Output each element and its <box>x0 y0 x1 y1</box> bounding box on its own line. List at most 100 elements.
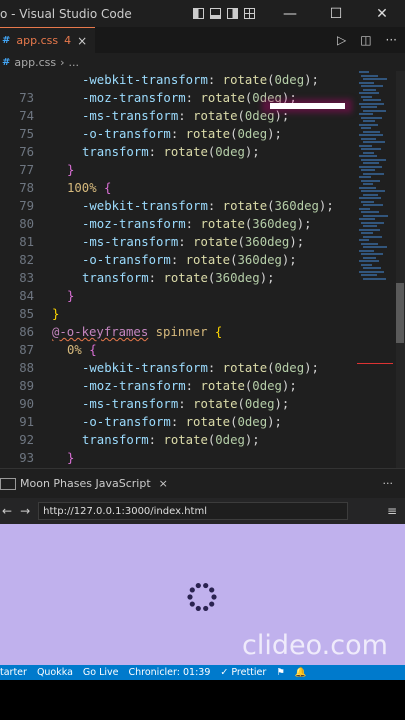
code-line[interactable]: 91 -o-transform: rotate(0deg); <box>0 413 355 431</box>
code-line[interactable]: 78 100% { <box>0 179 355 197</box>
panel-more-icon[interactable]: ··· <box>383 477 394 490</box>
code-line[interactable]: 82 -o-transform: rotate(360deg); <box>0 251 355 269</box>
minimap-line <box>361 148 381 150</box>
split-editor-icon[interactable]: ◫ <box>360 33 371 47</box>
code-text: 100% { <box>67 181 112 195</box>
minimap-line <box>361 158 386 161</box>
minimap-line <box>359 71 369 73</box>
menu-icon[interactable]: ≡ <box>387 504 397 518</box>
close-panel-icon[interactable]: × <box>159 477 168 490</box>
minimap-line <box>363 120 375 122</box>
code-line[interactable]: 85} <box>0 305 355 323</box>
minimap-line <box>363 109 386 112</box>
breadcrumb-file[interactable]: app.css <box>14 56 56 69</box>
minimap-line <box>361 211 379 213</box>
code-text: -o-transform: rotate(0deg); <box>82 415 282 429</box>
minimap-line <box>363 235 382 238</box>
minimap-line <box>363 172 384 175</box>
code-line[interactable]: 84} <box>0 287 355 305</box>
status-item-quokka[interactable]: Quokka <box>37 667 73 678</box>
customize-layout-icon[interactable] <box>244 8 255 19</box>
code-line[interactable]: 89 -moz-transform: rotate(0deg); <box>0 377 355 395</box>
minimap-line <box>359 260 379 262</box>
editor-actions: ▷ ◫ ··· <box>337 33 405 47</box>
minimap-line <box>359 113 373 115</box>
minimap-line <box>363 193 378 196</box>
forward-icon[interactable]: → <box>20 504 30 518</box>
minimap-line <box>359 144 372 147</box>
minimap-line <box>359 81 374 84</box>
code-line[interactable]: 80 -moz-transform: rotate(360deg); <box>0 215 355 233</box>
title-bar: o - Visual Studio Code — ☐ ✕ <box>0 0 405 27</box>
toggle-panel-icon[interactable] <box>210 8 221 19</box>
code-line[interactable]: 92 transform: rotate(0deg); <box>0 431 355 449</box>
run-icon[interactable]: ▷ <box>337 33 346 47</box>
code-line[interactable]: 93} <box>0 449 355 467</box>
url-input[interactable]: http://127.0.0.1:3000/index.html <box>38 502 349 520</box>
minimap-line <box>361 263 372 266</box>
minimap[interactable] <box>355 71 395 468</box>
minimap-line <box>361 179 380 182</box>
code-line[interactable]: 90 -ms-transform: rotate(0deg); <box>0 395 355 413</box>
line-number: 84 <box>19 289 34 303</box>
close-button[interactable]: ✕ <box>359 6 405 22</box>
code-line[interactable]: 75 -o-transform: rotate(0deg); <box>0 125 355 143</box>
status-item-chronicler[interactable]: Chronicler: 01:39 <box>129 667 211 678</box>
code-line[interactable]: 86 @-o-keyframes spinner { <box>0 323 355 341</box>
page-preview: clideo.com <box>0 524 405 665</box>
code-line[interactable]: 87 0% { <box>0 341 355 359</box>
panel-title[interactable]: Moon Phases JavaScript <box>20 477 151 490</box>
code-text: -ms-transform: rotate(0deg); <box>82 109 290 123</box>
code-line[interactable]: 83 transform: rotate(360deg); <box>0 269 355 287</box>
code-editor[interactable]: 93} 92 transform: rotate(0deg); 91 -o-transf… <box>0 71 405 468</box>
code-line[interactable]: 81 -ms-transform: rotate(360deg); <box>0 233 355 251</box>
minimap-line <box>361 85 383 87</box>
tab-bar: # app.css 4 × ▷ ◫ ··· <box>0 27 405 53</box>
code-line[interactable]: 88 -webkit-transform: rotate(0deg); <box>0 359 355 377</box>
spinner-dot <box>203 582 209 589</box>
code-line[interactable]: 79 -webkit-transform: rotate(360deg); <box>0 197 355 215</box>
line-number: 76 <box>19 145 34 159</box>
toggle-secondary-sidebar-icon[interactable] <box>227 8 238 19</box>
code-text: } <box>67 451 75 465</box>
line-number: 93 <box>19 451 34 465</box>
code-line[interactable]: 77} <box>0 161 355 179</box>
code-text: -moz-transform: rotate(360deg); <box>82 217 312 231</box>
minimap-line <box>359 102 384 105</box>
code-line[interactable]: 76 transform: rotate(0deg); <box>0 143 355 161</box>
code-text: -ms-transform: rotate(360deg); <box>82 235 305 249</box>
breadcrumb-more[interactable]: ... <box>69 56 80 69</box>
maximize-button[interactable]: ☐ <box>313 6 359 22</box>
minimap-line <box>361 253 383 255</box>
status-item-prettier[interactable]: ✓ Prettier <box>220 667 266 678</box>
line-number: 79 <box>19 199 34 213</box>
spinner-dot <box>211 594 217 600</box>
minimap-line <box>359 165 382 168</box>
spinner-dot <box>209 601 215 607</box>
close-tab-icon[interactable]: × <box>77 34 87 48</box>
code-text: -moz-transform: rotate(0deg); <box>82 379 297 393</box>
line-number: 92 <box>19 433 34 447</box>
code-line[interactable]: -webkit-transform: rotate(0deg); <box>0 71 355 89</box>
minimap-line <box>359 228 380 231</box>
minimize-button[interactable]: — <box>267 6 313 22</box>
minimap-line <box>359 176 371 178</box>
feedback-icon[interactable]: ⚑ <box>276 667 285 678</box>
code-text: transform: rotate(0deg); <box>82 433 260 447</box>
code-text: transform: rotate(360deg); <box>82 271 275 285</box>
code-text: -webkit-transform: rotate(0deg); <box>82 361 319 375</box>
scrollbar-thumb[interactable] <box>396 283 404 343</box>
minimap-line <box>363 130 380 133</box>
minimap-line <box>363 225 377 227</box>
tab-app-css[interactable]: # app.css 4 × <box>0 27 96 53</box>
vertical-scrollbar[interactable] <box>396 71 405 468</box>
toggle-sidebar-icon[interactable] <box>193 8 204 19</box>
minimap-line <box>363 277 386 280</box>
notifications-icon[interactable]: 🔔 <box>295 667 307 678</box>
status-item-starter[interactable]: tarter <box>0 667 27 678</box>
back-icon[interactable]: ← <box>2 504 12 518</box>
minimap-line <box>359 123 378 126</box>
more-actions-icon[interactable]: ··· <box>386 33 397 47</box>
status-item-go-live[interactable]: Go Live <box>83 667 119 678</box>
code-text: -webkit-transform: rotate(360deg); <box>82 199 334 213</box>
